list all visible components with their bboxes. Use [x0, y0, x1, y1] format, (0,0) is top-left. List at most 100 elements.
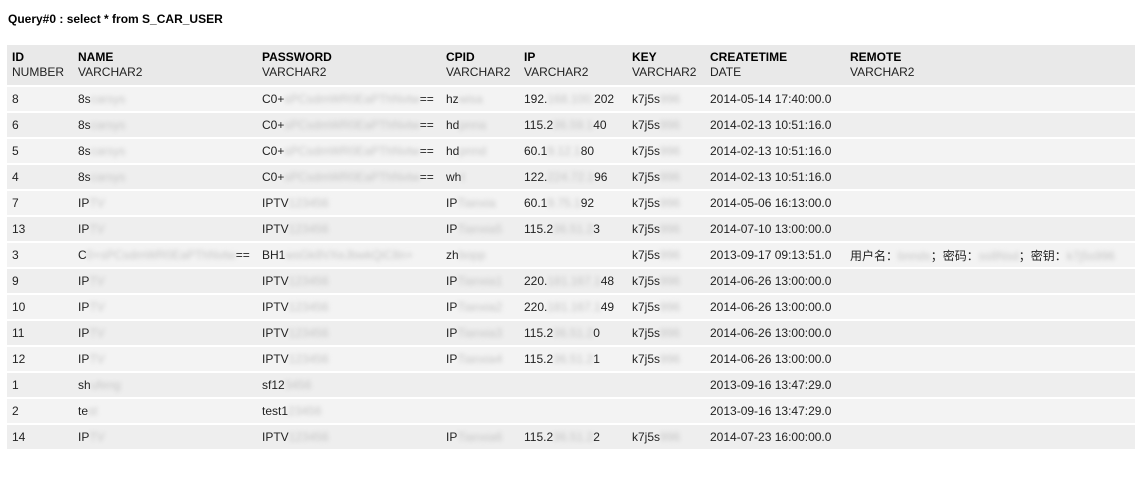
- masked-text: 36.51.2: [553, 326, 594, 340]
- cell-name: IP: [78, 326, 90, 340]
- masked-text: ufeng: [90, 378, 121, 392]
- cell-ip: 220.181.167.149: [519, 295, 627, 319]
- masked-text: carsys: [90, 170, 126, 184]
- cell-cpid: [441, 373, 519, 397]
- masked-text: Tianxia5: [457, 222, 503, 236]
- cell-id: 8: [7, 87, 73, 111]
- cell-ip: 115.236.59.140: [519, 113, 627, 137]
- cell-id: 6: [7, 113, 73, 137]
- cell-name: IPTV: [73, 321, 257, 345]
- cell-id: 14: [7, 425, 73, 449]
- cell-cpid: IPTianxia6: [441, 425, 519, 449]
- cell-name: 8s: [78, 144, 91, 158]
- cell-id: 8: [12, 92, 19, 106]
- cell-password: C0+: [262, 170, 285, 184]
- table-row: 9 IPTV IPTV123456 IPTianxia1 220.181.167.148…: [7, 269, 1135, 293]
- cell-password: IPTV: [262, 196, 289, 210]
- cell-ip: 115.236.51.23: [519, 217, 627, 241]
- cell-key: k7j5s996: [627, 113, 705, 137]
- cell-password: IPTV: [262, 326, 289, 340]
- cell-password: C0+sPCsdmWR0EaPThNvtw==: [257, 139, 441, 163]
- cell-password: sf123456: [257, 373, 441, 397]
- cell-name: IP: [78, 430, 90, 444]
- cell-id: 5: [7, 139, 73, 163]
- cell-name: IPTV: [73, 191, 257, 215]
- cell-ip-tail: 40: [593, 118, 607, 132]
- masked-text: 996: [660, 118, 681, 132]
- cell-ip-tail: 2: [593, 430, 600, 444]
- masked-text: TV: [89, 222, 105, 236]
- cell-key: k7j5s996: [627, 347, 705, 371]
- cell-cpid: IP: [446, 326, 458, 340]
- cell-password: IPTV: [262, 222, 289, 236]
- cell-createtime: 2014-05-06 16:13:00.0: [705, 191, 845, 215]
- masked-text: carsys: [90, 92, 126, 106]
- cell-name: te: [78, 404, 89, 418]
- cell-ip-tail: 48: [600, 274, 615, 288]
- cell-id: 10: [7, 295, 73, 319]
- cell-ip: 220.: [524, 300, 548, 314]
- cell-ip-tail: 49: [600, 300, 615, 314]
- cell-ip: 220.: [524, 274, 548, 288]
- results-table: ID NUMBER NAME VARCHAR2 PASSWORD VARCHAR2 CPID…: [7, 43, 1135, 451]
- cell-ip-tail: 202: [594, 92, 615, 106]
- cell-remote-sep: ；密钥：: [1018, 248, 1067, 263]
- cell-password: C0+: [262, 118, 285, 132]
- masked-text: sPCsdmWR0EaPThNvtw: [284, 118, 420, 132]
- column-type: VARCHAR2: [262, 65, 327, 79]
- cell-ip: 60.1: [524, 144, 548, 158]
- cell-ip-tail: 1: [593, 352, 600, 366]
- masked-text: 996: [660, 248, 681, 262]
- masked-text: wsGk8VXeJbwkQiC8n+: [285, 248, 414, 262]
- masked-text: 996: [660, 352, 681, 366]
- cell-name: shufeng: [73, 373, 257, 397]
- cell-id: 5: [12, 144, 19, 158]
- cell-id: 2: [7, 399, 73, 423]
- masked-text: 181.167.1: [547, 274, 601, 288]
- cell-key: k7j5s996: [627, 87, 705, 111]
- cell-password: IPTV: [262, 430, 289, 444]
- cell-id: 10: [12, 300, 26, 314]
- masked-text: 123456: [288, 222, 329, 236]
- masked-text: 36.51.2: [553, 430, 594, 444]
- cell-password: IPTV: [262, 300, 289, 314]
- masked-text: 996: [660, 300, 681, 314]
- cell-cpid: wh: [446, 170, 462, 184]
- table-row: 3 C0+sPCsdmWR0EaPThNvtw== BH1wsGk8VXeJbwkQ…: [7, 243, 1135, 267]
- cell-name: test: [73, 399, 257, 423]
- cell-id: 4: [12, 170, 19, 184]
- cell-key: k7j5s: [632, 248, 661, 262]
- cell-key: k7j5s: [632, 118, 661, 132]
- cell-ip-tail: 96: [594, 170, 608, 184]
- cell-id: 14: [12, 430, 26, 444]
- table-row: 7 IPTV IPTV123456 IPTianxia 60.19.75.192 k7j5…: [7, 191, 1135, 215]
- cell-id: 1: [7, 373, 73, 397]
- masked-text: 123456: [288, 274, 329, 288]
- masked-text: TV: [89, 196, 105, 210]
- column-name: KEY: [632, 50, 657, 64]
- cell-id: 7: [7, 191, 73, 215]
- cell-createtime: 2014-02-13 10:51:16.0: [710, 170, 832, 184]
- cell-ip: 220.181.167.148: [519, 269, 627, 293]
- cell-key: k7j5s996: [627, 243, 705, 267]
- column-type: VARCHAR2: [850, 65, 915, 79]
- table-row: 8 8scarsys C0+sPCsdmWR0EaPThNvtw== hzwisa 19…: [7, 87, 1135, 111]
- cell-ip: 192.168.100.202: [519, 87, 627, 111]
- cell-password: IPTV123456: [257, 269, 441, 293]
- cell-ip: 115.2: [524, 430, 554, 444]
- cell-remote: [845, 87, 1135, 111]
- cell-id: 2: [12, 404, 19, 418]
- cell-id: 7: [12, 196, 19, 210]
- cell-name: IPTV: [73, 347, 257, 371]
- masked-text: TV: [89, 274, 105, 288]
- cell-remote: [845, 269, 1135, 293]
- cell-key: k7j5s: [632, 144, 661, 158]
- cell-ip-tail: 0: [593, 326, 600, 340]
- masked-text: bnnds: [898, 248, 931, 263]
- masked-text: 996: [660, 196, 681, 210]
- cell-createtime: 2013-09-16 13:47:29.0: [710, 404, 832, 418]
- cell-createtime: 2013-09-16 13:47:29.0: [710, 378, 832, 392]
- masked-text: 996: [660, 326, 681, 340]
- cell-name: IP: [78, 222, 90, 236]
- cell-key: [627, 373, 705, 397]
